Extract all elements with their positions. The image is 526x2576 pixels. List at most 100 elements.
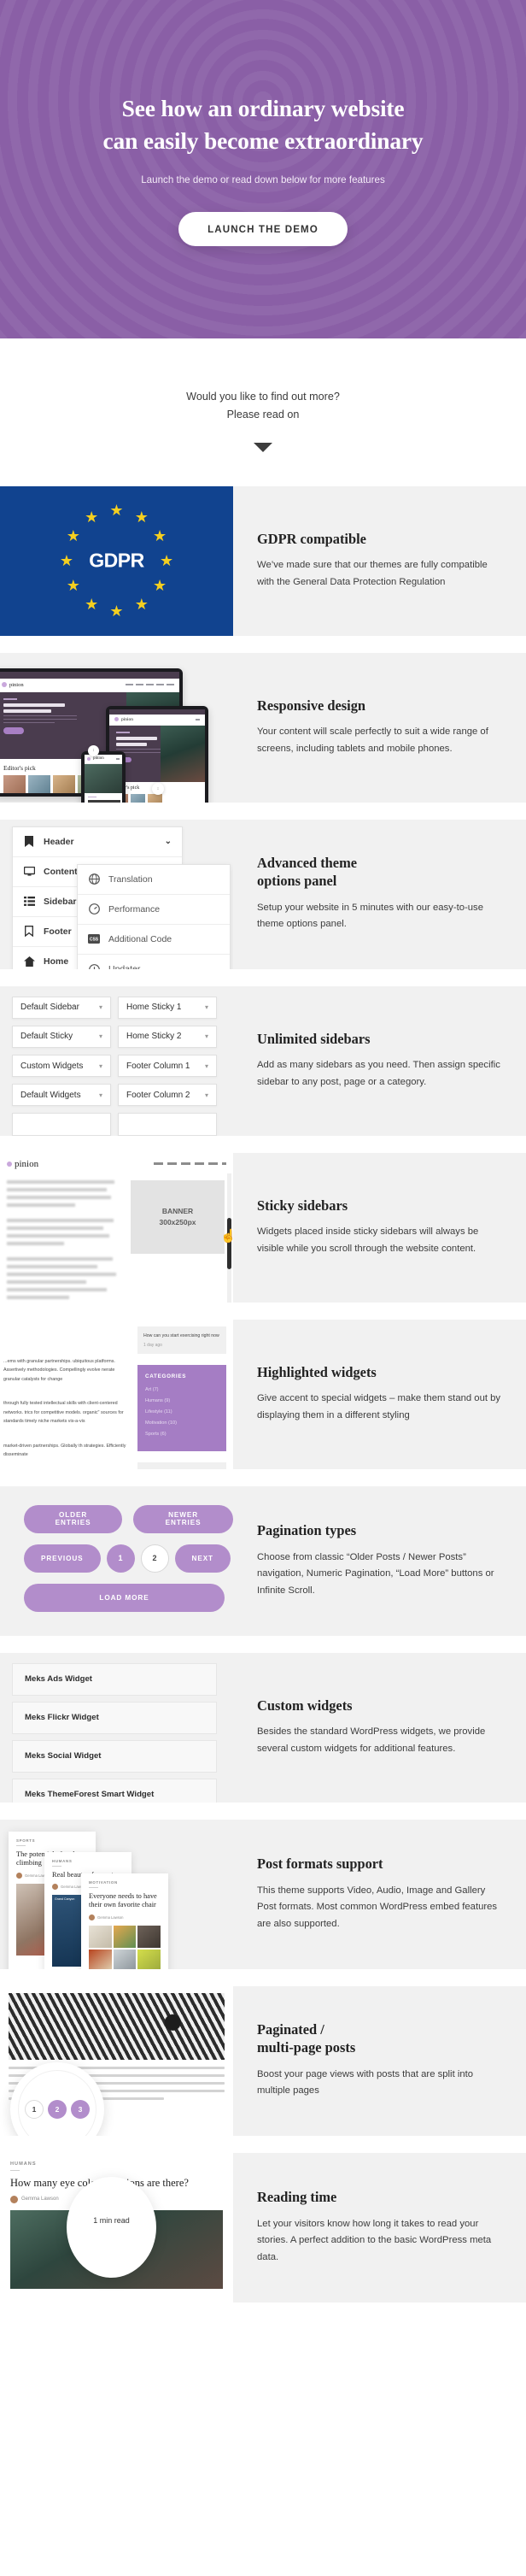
scrollbar-thumb[interactable] [227,1217,231,1269]
dropdown-item-additional-code[interactable]: CSS Additional Code [78,925,230,955]
responsive-devices-image: pinion Editor's pick pinion Editor's pic… [0,652,233,803]
sidebar-select[interactable]: Home Sticky 1 ▾ [118,996,217,1019]
post-kicker: HUMANS [10,2161,37,2167]
widget-title: CATEGORIES [145,1373,187,1379]
page-number-1[interactable]: 1 [106,1544,135,1573]
feature-title: Responsive design [257,697,366,714]
pagination-image: OLDER ENTRIES NEWER ENTRIES PREVIOUS 1 2… [0,1485,233,1636]
sidebar-select[interactable]: Default Sticky ▾ [12,1025,111,1048]
scroll-down-arrow-icon [254,442,272,452]
feature-title-line-1: Paginated / [257,2021,324,2038]
previous-button[interactable]: PREVIOUS [24,1544,101,1573]
post-page-1[interactable]: 1 [25,2099,44,2119]
dropdown-item-updater[interactable]: Updater [78,955,230,969]
gdpr-flag-image: ★ ★ ★ ★ ★ ★ ★ ★ ★ ★ ★ ★ GDPR [0,485,233,636]
landing-page: See how an ordinary website can easily b… [0,0,526,2303]
widget-list-item[interactable]: Meks Social Widget [12,1739,217,1773]
sidebar-select-value: Home Sticky 2 [126,1032,182,1042]
sidebar-select[interactable]: Home Sticky 2 ▾ [118,1025,217,1048]
next-button[interactable]: NEXT [174,1544,231,1573]
chevron-down-icon: ⌄ [164,837,172,847]
sidebar-select-value: Custom Widgets [20,1061,84,1071]
article-text-column: ...ems with granular partnerships. ubiqu… [3,1326,129,1469]
panel-item-header[interactable]: Header ⌄ [13,827,182,857]
feature-sticky-sidebars: pinion BANNER 300x250px ☝ Sticky sidebar… [0,1152,526,1303]
widget-item-time: 1 day ago [143,1342,162,1348]
blurred-content-column [7,1179,120,1303]
chevron-down-icon: ▾ [204,1062,208,1070]
older-entries-button[interactable]: OLDER ENTRIES [24,1504,123,1533]
banner-line-2: 300x250px [159,1217,196,1226]
category-link[interactable]: Sports (6) [145,1432,219,1437]
post-kicker: HUMANS [52,1858,73,1863]
site-menu [154,1162,226,1166]
site-name: pinion [15,1158,39,1169]
feature-title: Unlimited sidebars [257,1030,371,1047]
widget-list-item[interactable]: Meks ThemeForest Smart Widget [12,1778,217,1803]
intro-line-1: Would you like to find out more? [186,391,340,403]
article-paragraph: ...ems with granular partnerships. ubiqu… [3,1358,115,1382]
intro-line-2: Please read on [226,408,300,421]
sidebar-select-partial[interactable] [12,1113,111,1136]
phone-mockup: pinion [81,750,126,803]
chevron-down-icon: ▾ [98,1062,102,1070]
feature-title-line-2: options panel [257,873,337,890]
dropdown-item-performance[interactable]: Performance [78,895,230,925]
css-icon: CSS [88,933,100,945]
feature-paginated-posts: 1 2 3 Paginated / multi-page posts Boost… [0,1985,526,2136]
post-page-2[interactable]: 2 [48,2099,67,2119]
post-card-motivation: MOTIVATION Everyone needs to have their … [81,1873,168,1969]
post-kicker: SPORTS [16,1838,36,1843]
bookmark-outline-icon [23,926,35,938]
reading-time-image: HUMANS How many eye color variations are… [0,2152,233,2303]
feature-title: Pagination types [257,1522,357,1539]
panel-item-label: Sidebars [44,896,82,907]
svg-text:CSS: CSS [90,938,99,943]
dropdown-item-label: Updater [108,964,140,969]
feature-title: Sticky sidebars [257,1197,348,1214]
sidebar-select[interactable]: Default Sidebar ▾ [12,996,111,1019]
category-link[interactable]: Art (7) [145,1387,219,1392]
load-more-button[interactable]: LOAD MORE [24,1583,225,1612]
feature-description: This theme supports Video, Audio, Image … [257,1885,498,1929]
avatar [16,1873,22,1879]
sidebar-select[interactable]: Custom Widgets ▾ [12,1054,111,1078]
feature-description: We’ve made sure that our themes are full… [257,560,488,587]
chevron-down-icon: ▾ [204,1091,208,1099]
chevron-down-icon: ▾ [98,1032,102,1041]
avatar [52,1884,58,1891]
magnifier-overlay: 1 2 3 [10,2061,104,2136]
feature-post-formats-support: SPORTS The potential of rock climbing Ge… [0,1819,526,1969]
sidebar-select[interactable]: Default Widgets ▾ [12,1084,111,1107]
feature-title: Advanced theme options panel [257,855,504,890]
chevron-down-icon: ▾ [98,1003,102,1012]
page-number-2[interactable]: 2 [140,1544,169,1573]
newer-entries-button[interactable]: NEWER ENTRIES [133,1504,233,1533]
category-link[interactable]: Humans (9) [145,1398,219,1403]
widget-recent-item: How can you start exercising right now 1… [137,1326,226,1354]
widget-list-item[interactable]: Meks Ads Widget [12,1662,217,1696]
post-title: Everyone needs to have their own favorit… [89,1891,157,1909]
feature-title-line-2: multi-page posts [257,2039,356,2056]
panel-item-label: Footer [44,926,72,937]
post-cards-image: SPORTS The potential of rock climbing Ge… [0,1819,233,1969]
sidebar-select[interactable]: Footer Column 2 ▾ [118,1084,217,1107]
bookmark-icon [23,836,35,848]
dropdown-item-label: Performance [108,903,161,915]
gdpr-label: GDPR [89,549,144,572]
sidebar-select[interactable]: Footer Column 1 ▾ [118,1054,217,1078]
feature-title: Paginated / multi-page posts [257,2021,504,2056]
sidebar-select-column-1: Default Sidebar ▾ Default Sticky ▾ Custom … [12,996,111,1136]
magnifier-overlay: 1 min read [67,2176,156,2278]
launch-demo-button[interactable]: LAUNCH THE DEMO [178,211,348,246]
category-link[interactable]: Motivation (10) [145,1420,219,1426]
banner-placeholder: BANNER 300x250px [131,1179,225,1254]
sidebar-select-partial[interactable] [118,1113,217,1136]
post-page-3[interactable]: 3 [71,2099,90,2119]
widget-list-item[interactable]: Meks Flickr Widget [12,1701,217,1734]
feature-reading-time: HUMANS How many eye color variations are… [0,2152,526,2303]
dropdown-item-translation[interactable]: Translation [78,865,230,895]
theme-options-panel-image: Header ⌄ Content Sidebars Footer Home Tr… [0,819,233,969]
dropdown-item-label: Translation [108,873,153,885]
category-link[interactable]: Lifestyle (11) [145,1409,219,1414]
